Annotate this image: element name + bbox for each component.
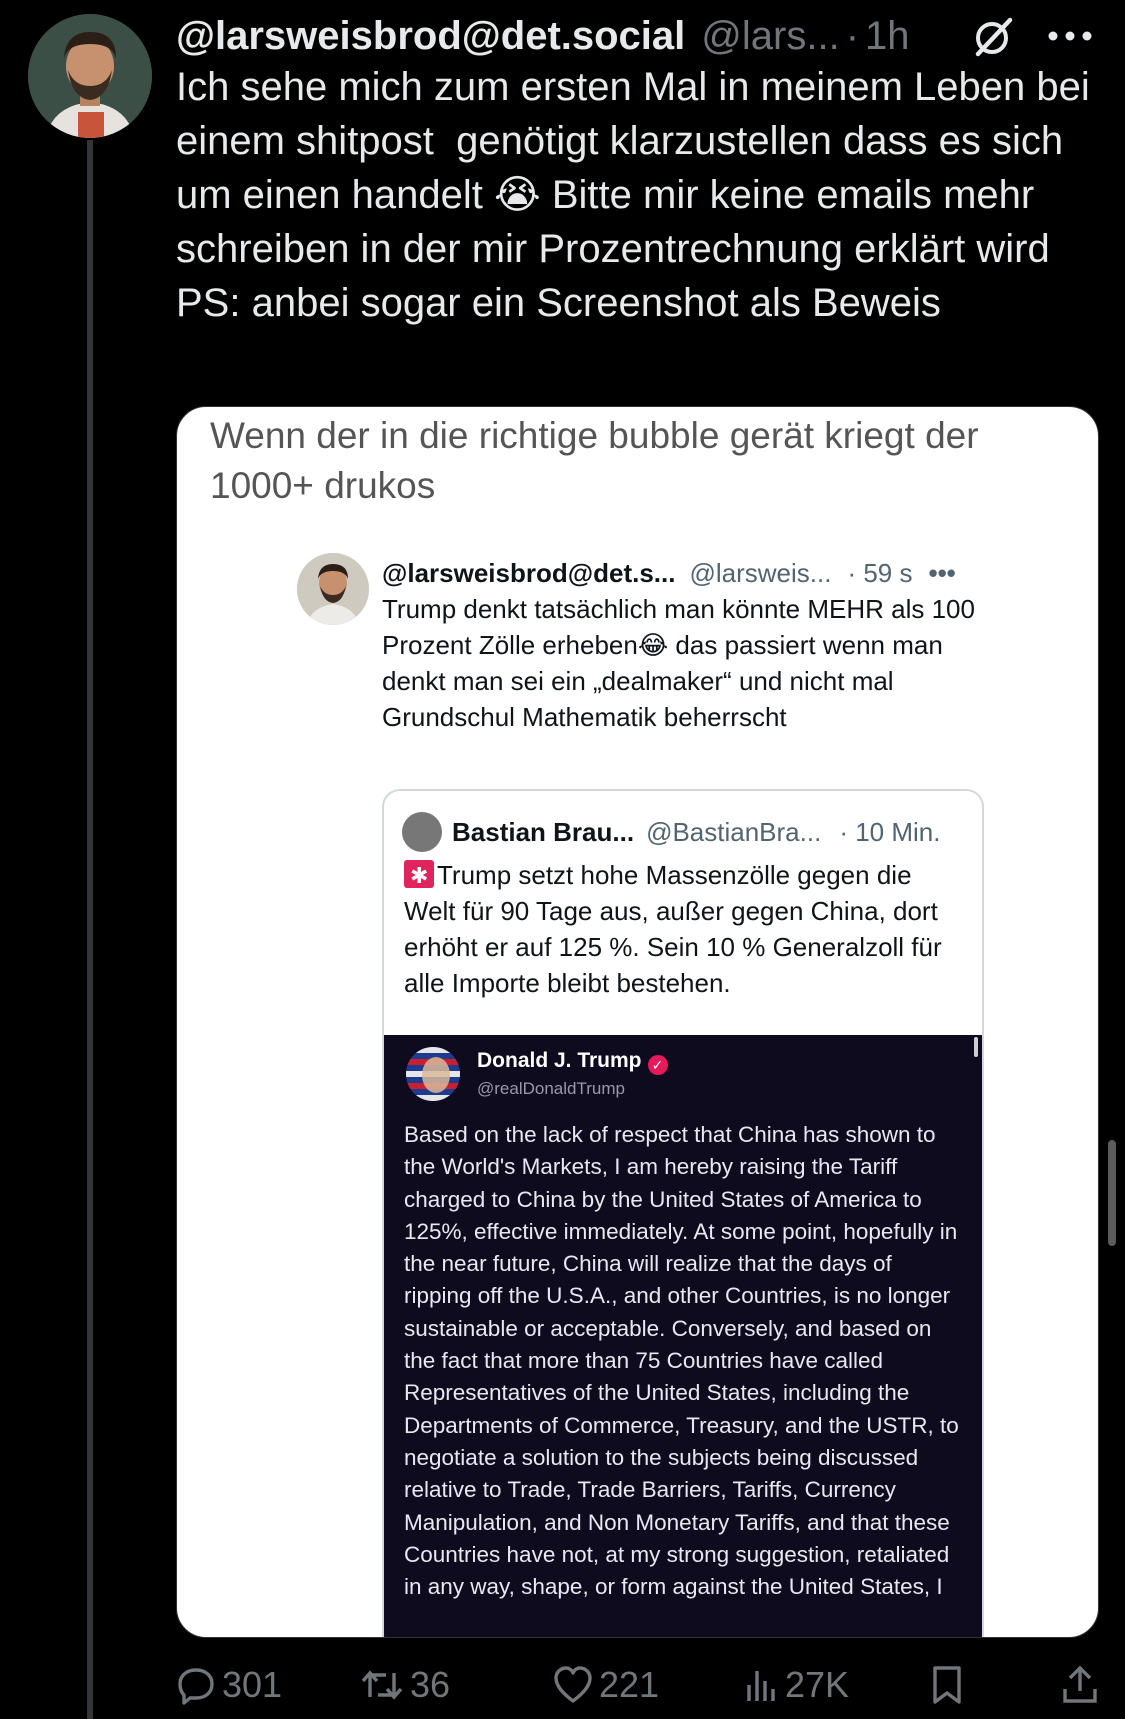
like-button[interactable]: 221	[553, 1660, 659, 1710]
inner-author-avatar	[297, 553, 369, 625]
screenshot-post: @larsweisbrod@det.s... @larsweis... · 59…	[265, 541, 1013, 1637]
inner-display-name: @larsweisbrod@det.s...	[382, 557, 676, 588]
truth-scrollbar	[974, 1037, 978, 1057]
verified-badge-icon: ✓	[647, 1055, 668, 1075]
quoted-post: Bastian Brau... @BastianBra... · 10 Min.…	[382, 789, 984, 1637]
bookmark-icon	[933, 1666, 961, 1704]
grok-icon[interactable]	[968, 10, 1020, 62]
siren-icon	[404, 858, 434, 894]
quote-display-name: Bastian Brau...	[452, 816, 635, 847]
views-count: 27K	[785, 1664, 850, 1705]
share-button[interactable]	[1061, 1660, 1099, 1710]
author-avatar[interactable]	[28, 14, 152, 138]
post-separator: ·	[845, 13, 860, 58]
trump-avatar	[406, 1047, 460, 1101]
page-scrollbar[interactable]	[1108, 1140, 1116, 1246]
reply-icon	[178, 1668, 214, 1705]
media-image[interactable]: Wenn der in die richtige bubble gerät kr…	[176, 406, 1099, 1638]
inner-post-header: @larsweisbrod@det.s... @larsweis... · 59…	[382, 553, 1007, 593]
inner-handle: @larsweis...	[689, 557, 832, 588]
inner-more-icon: •••	[928, 557, 956, 588]
more-icon[interactable]	[1044, 10, 1096, 62]
views-icon	[747, 1671, 775, 1701]
action-bar: 301 36 221 27K	[176, 1660, 1111, 1710]
reply-count: 301	[222, 1664, 283, 1705]
repost-button[interactable]: 36	[360, 1660, 450, 1710]
post-header: @larsweisbrod@det.social @lars... · 1h	[176, 6, 1111, 66]
post-view: @larsweisbrod@det.social @lars... · 1h I…	[0, 0, 1125, 1719]
like-count: 221	[599, 1664, 660, 1705]
author-display-name[interactable]: @larsweisbrod@det.social	[176, 14, 685, 59]
quote-header: Bastian Brau... @BastianBra... · 10 Min.	[402, 811, 972, 853]
trump-display-name-row: Donald J. Trump ✓	[477, 1049, 668, 1075]
quote-avatar	[402, 812, 442, 852]
like-icon	[554, 1666, 592, 1703]
quote-time: · 10 Min.	[839, 816, 941, 847]
media-caption: Wenn der in die richtige bubble gerät kr…	[210, 415, 979, 506]
views-button[interactable]: 27K	[743, 1660, 849, 1710]
reply-button[interactable]: 301	[176, 1660, 282, 1710]
trump-display-name: Donald J. Trump	[477, 1049, 642, 1072]
share-icon	[1063, 1665, 1097, 1703]
author-handle[interactable]: @lars...	[701, 14, 839, 59]
inner-time: · 59 s	[847, 557, 913, 588]
truth-post-text: Based on the lack of respect that China …	[404, 1122, 966, 1600]
repost-count: 36	[410, 1664, 451, 1705]
post-time[interactable]: 1h	[865, 14, 910, 59]
repost-icon	[361, 1670, 403, 1700]
quote-text-block: Trump setzt hohe Massenzölle gegen die W…	[404, 857, 964, 1001]
bookmark-button[interactable]	[930, 1660, 964, 1710]
trump-handle: @realDonaldTrump	[477, 1079, 625, 1098]
post-text: Ich sehe mich zum ersten Mal in meinem L…	[176, 65, 1101, 325]
truth-social-screenshot: Donald J. Trump ✓ @realDonaldTrump Based …	[384, 1035, 982, 1637]
quote-text: Trump setzt hohe Massenzölle gegen die W…	[404, 860, 949, 998]
quote-handle: @BastianBra...	[646, 816, 822, 847]
thread-line	[87, 140, 93, 1719]
inner-post-text: Trump denkt tatsächlich man könnte MEHR …	[382, 594, 983, 732]
